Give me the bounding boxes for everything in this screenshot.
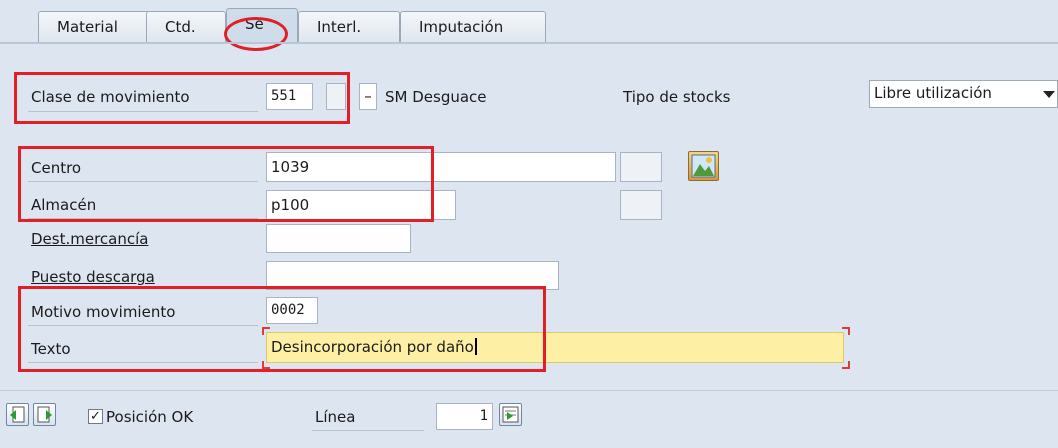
previous-item-graphic — [10, 406, 25, 423]
tab-label: Material — [57, 18, 118, 36]
tab-interlocutor[interactable]: Interl. — [298, 11, 400, 42]
map-icon-graphic — [691, 154, 716, 178]
tab-cantidad[interactable]: Ctd. — [146, 11, 226, 42]
goto-line-graphic — [502, 406, 519, 423]
label-underline — [312, 430, 424, 431]
chevron-down-icon[interactable] — [1043, 91, 1055, 98]
footer-divider — [0, 390, 1058, 391]
tab-imputacion[interactable]: Imputación — [400, 11, 546, 42]
field-bracket — [842, 361, 850, 369]
posicion-ok-checkbox[interactable]: ✓ — [88, 409, 103, 424]
linea-label: Línea — [315, 408, 356, 426]
movement-description: SM Desguace — [385, 88, 487, 106]
linea-field[interactable]: 1 — [436, 403, 493, 430]
stock-type-label: Tipo de stocks — [623, 88, 731, 106]
centro-description-field — [620, 152, 662, 182]
tab-strip-divider — [0, 42, 1058, 44]
reversal-indicator: – — [359, 83, 377, 110]
highlight-oval — [224, 17, 288, 51]
goto-line-icon[interactable] — [499, 403, 522, 426]
almacen-description-field — [620, 190, 662, 220]
tab-strip: Material Ctd. Se Interl. Imputación — [0, 0, 1058, 51]
highlight-box-plant — [18, 146, 434, 222]
tab-label: Interl. — [317, 18, 362, 36]
dest-mercancia-label[interactable]: Dest.mercancía — [31, 227, 148, 251]
posicion-ok-label: Posición OK — [106, 408, 194, 426]
previous-item-icon[interactable] — [6, 403, 29, 426]
stock-type-value: Libre utilización — [874, 84, 992, 102]
dest-mercancia-field[interactable] — [266, 224, 411, 253]
highlight-box-movement — [14, 72, 350, 124]
next-item-graphic — [37, 406, 52, 423]
next-item-icon[interactable] — [33, 403, 56, 426]
stock-type-select[interactable]: Libre utilización — [869, 80, 1058, 108]
map-icon[interactable] — [688, 151, 719, 181]
tab-label: Imputación — [419, 18, 504, 36]
tab-label: Ctd. — [165, 18, 196, 36]
highlight-box-reason — [18, 286, 546, 372]
tab-material[interactable]: Material — [38, 11, 150, 42]
field-bracket — [842, 327, 850, 335]
